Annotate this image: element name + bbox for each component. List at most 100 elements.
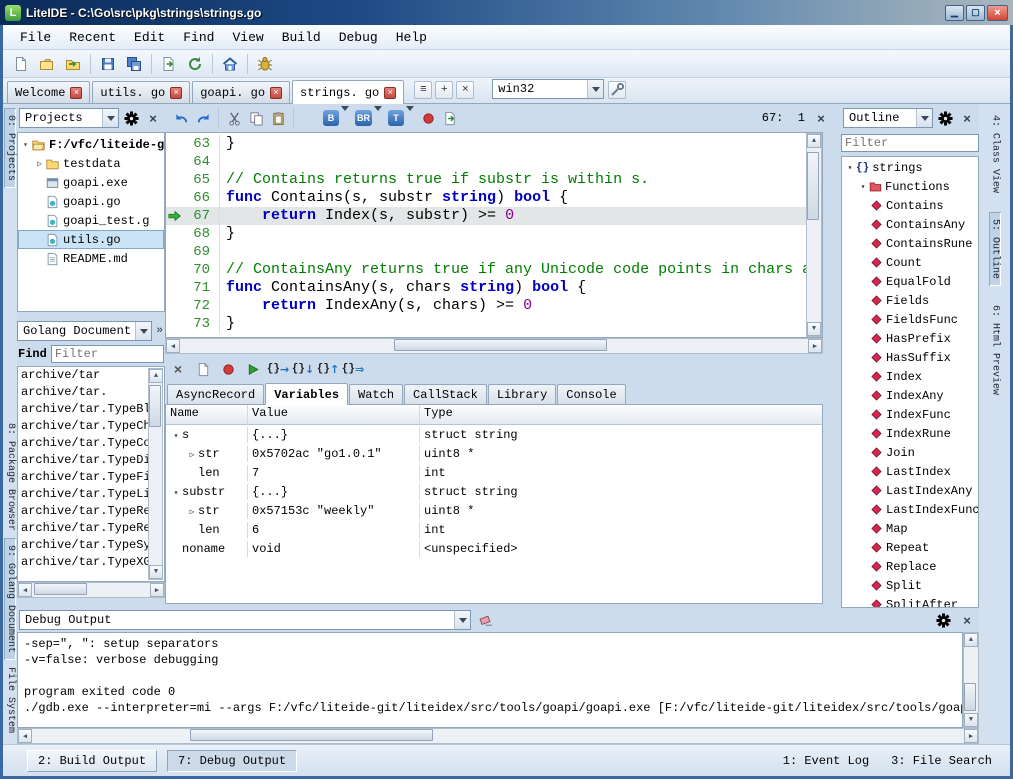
debug-tab-watch[interactable]: Watch	[349, 384, 403, 404]
output-settings-button[interactable]	[933, 610, 953, 630]
step-into-button[interactable]: {}↓	[292, 358, 314, 380]
doc-item-archive-tar-typeco[interactable]: archive/tar.TypeCo	[18, 435, 148, 452]
stop-debug-button[interactable]: ×	[167, 358, 189, 380]
debug-tab-library[interactable]: Library	[488, 384, 556, 404]
build-menu-b-button[interactable]: B	[321, 109, 351, 127]
scrollbar-thumb[interactable]	[394, 339, 608, 351]
doc-item-archive-tar[interactable]: archive/tar	[18, 367, 148, 384]
tab-list-button[interactable]: ≡	[414, 81, 432, 99]
minimize-button[interactable]: ▁	[945, 5, 964, 21]
cut-button[interactable]	[224, 108, 244, 128]
outline-item-replace[interactable]: Replace	[842, 557, 978, 576]
new-file-button[interactable]	[9, 52, 33, 76]
close-icon[interactable]: ×	[170, 87, 182, 99]
copy-button[interactable]	[246, 108, 266, 128]
debug-bug-button[interactable]	[253, 52, 277, 76]
outline-item-functions[interactable]: ▾Functions	[842, 177, 978, 196]
code-line-67[interactable]: 67 return Index(s, substr) >= 0	[166, 207, 806, 225]
outline-combo[interactable]: Outline	[843, 108, 933, 128]
tree-item-goapi-test-g[interactable]: goapi_test.g	[18, 211, 164, 230]
settings-button[interactable]	[299, 108, 319, 128]
reload-file-button[interactable]	[183, 52, 207, 76]
continue-button[interactable]	[242, 358, 264, 380]
code-line-65[interactable]: 65// Contains returns true if substr is …	[166, 171, 806, 189]
code-line-63[interactable]: 63}	[166, 135, 806, 153]
outline-item-contains[interactable]: Contains	[842, 196, 978, 215]
add-tab-button[interactable]: +	[435, 81, 453, 99]
output-close-button[interactable]: ×	[957, 610, 977, 630]
status-button-3-file-search[interactable]: 3: File Search	[885, 751, 998, 771]
close-icon[interactable]: ×	[70, 87, 82, 99]
outline-item-strings[interactable]: ▾{}strings	[842, 158, 978, 177]
scroll-left-icon[interactable]: ◀	[166, 339, 180, 353]
save-all-button[interactable]	[122, 52, 146, 76]
outline-filter-input[interactable]	[841, 134, 979, 152]
outline-item-lastindexfunc[interactable]: LastIndexFunc	[842, 500, 978, 519]
outline-item-hassuffix[interactable]: HasSuffix	[842, 348, 978, 367]
variable-row[interactable]: ▾s{...}struct string	[166, 425, 822, 444]
home-button[interactable]	[218, 52, 242, 76]
tab-goapi-go[interactable]: goapi. go×	[192, 81, 290, 103]
menu-item-edit[interactable]: Edit	[125, 27, 174, 48]
expanded-arrow-icon[interactable]: ▾	[170, 488, 182, 498]
outline-item-fields[interactable]: Fields	[842, 291, 978, 310]
projects-settings-button[interactable]	[121, 108, 141, 128]
collapsed-arrow-icon[interactable]: ▷	[186, 507, 198, 517]
status-button-1-event-log[interactable]: 1: Event Log	[777, 751, 875, 771]
outline-item-containsrune[interactable]: ContainsRune	[842, 234, 978, 253]
redo-button[interactable]	[193, 108, 213, 128]
outline-item-containsany[interactable]: ContainsAny	[842, 215, 978, 234]
scrollbar-thumb[interactable]	[807, 152, 819, 220]
doc-item-archive-tar-typereg[interactable]: archive/tar.TypeReg	[18, 520, 148, 537]
show-target-output-button[interactable]	[192, 358, 214, 380]
tab-utils-go[interactable]: utils. go×	[92, 81, 190, 103]
scroll-left-icon[interactable]: ◀	[18, 729, 32, 743]
record-button[interactable]	[418, 108, 438, 128]
doc-item-archive-tar-typefifo[interactable]: archive/tar.TypeFifo	[18, 469, 148, 486]
tree-item-readme-md[interactable]: README.md	[18, 249, 164, 268]
title-bar[interactable]: L LiteIDE - C:\Go\src\pkg\strings\string…	[0, 0, 1013, 25]
collapsed-arrow-icon[interactable]: ▷	[186, 450, 198, 460]
close-icon[interactable]: ×	[270, 87, 282, 99]
projects-close-button[interactable]: ×	[143, 108, 163, 128]
doc-item-archive-tar-typereg[interactable]: archive/tar.TypeReg	[18, 503, 148, 520]
variable-row[interactable]: ▷str0x57153c "weekly"uint8 *	[166, 501, 822, 520]
outline-item-hasprefix[interactable]: HasPrefix	[842, 329, 978, 348]
tree-item-testdata[interactable]: ▷testdata	[18, 154, 164, 173]
code-editor[interactable]: 63}6465// Contains returns true if subst…	[165, 132, 823, 338]
export-file-button[interactable]	[440, 108, 460, 128]
tree-item-goapi-exe[interactable]: goapi.exe	[18, 173, 164, 192]
projects-combo[interactable]: Projects	[19, 108, 119, 128]
step-out-button[interactable]: {}↑	[317, 358, 339, 380]
outline-item-map[interactable]: Map	[842, 519, 978, 538]
step-over-button[interactable]: {}→	[267, 358, 289, 380]
code-line-64[interactable]: 64	[166, 153, 806, 171]
menu-item-debug[interactable]: Debug	[330, 27, 387, 48]
doc-item-archive-tar-typeblo[interactable]: archive/tar.TypeBlo	[18, 401, 148, 418]
run-to-line-button[interactable]: {}⇒	[342, 358, 364, 380]
document-filter-input[interactable]	[51, 345, 164, 363]
code-line-70[interactable]: 70// ContainsAny returns true if any Uni…	[166, 261, 806, 279]
column-header-type[interactable]: Type	[420, 405, 822, 424]
variable-row[interactable]: nonamevoid<unspecified>	[166, 539, 822, 558]
outline-item-index[interactable]: Index	[842, 367, 978, 386]
debug-tab-variables[interactable]: Variables	[265, 383, 348, 405]
code-line-66[interactable]: 66func Contains(s, substr string) bool {	[166, 189, 806, 207]
scroll-right-icon[interactable]: ▶	[808, 339, 822, 353]
menu-item-build[interactable]: Build	[273, 27, 330, 48]
column-header-name[interactable]: Name	[166, 405, 248, 424]
outline-item-indexrune[interactable]: IndexRune	[842, 424, 978, 443]
save-file-button[interactable]	[96, 52, 120, 76]
code-line-72[interactable]: 72 return IndexAny(s, chars) >= 0	[166, 297, 806, 315]
tab-strings-go[interactable]: strings. go×	[292, 80, 404, 104]
close-tab-button[interactable]: ×	[456, 81, 474, 99]
scroll-down-icon[interactable]: ▼	[807, 322, 821, 336]
outline-item-indexfunc[interactable]: IndexFunc	[842, 405, 978, 424]
code-line-68[interactable]: 68}	[166, 225, 806, 243]
menu-item-recent[interactable]: Recent	[60, 27, 125, 48]
scroll-up-icon[interactable]: ▲	[807, 134, 821, 148]
status-button-7-debug-output[interactable]: 7: Debug Output	[167, 750, 297, 772]
scrollbar-thumb[interactable]	[149, 385, 161, 427]
dock-tab-9-golang-document[interactable]: 9: Golang Document	[4, 538, 16, 660]
golang-document-combo[interactable]: Golang Document	[17, 321, 152, 341]
